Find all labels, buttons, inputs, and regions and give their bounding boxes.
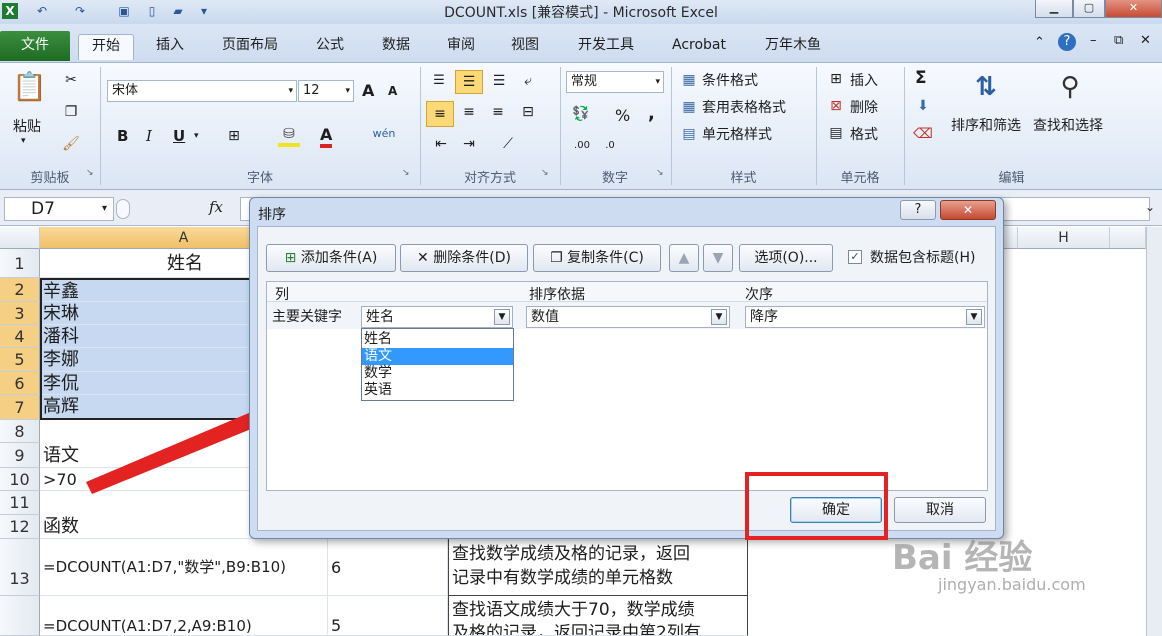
sort-key-option-selected[interactable]: 语文: [362, 348, 513, 365]
delete-condition-icon: ✕: [417, 250, 429, 266]
sort-basis-dropdown[interactable]: 数值 ▼: [526, 306, 730, 328]
dialog-title: 排序: [258, 207, 286, 223]
sort-order-dropdown-arrow-icon[interactable]: ▼: [966, 309, 982, 325]
add-condition-icon: ⊞: [284, 250, 297, 266]
sort-order-value: 降序: [750, 309, 778, 325]
options-button[interactable]: 选项(O)...: [739, 244, 833, 272]
sort-key-options-list: 姓名 语文 数学 英语: [361, 328, 514, 401]
column-header-label: 列: [275, 287, 289, 303]
basis-header-label: 排序依据: [529, 287, 585, 303]
sort-key-dropdown-arrow-icon[interactable]: ▼: [494, 309, 510, 325]
help-button[interactable]: ?: [900, 200, 936, 220]
order-header-label: 次序: [745, 287, 773, 303]
sort-key-option[interactable]: 数学: [362, 365, 513, 382]
sort-basis-value: 数值: [531, 309, 559, 325]
delete-condition-label: 删除条件(D): [433, 250, 511, 266]
header-checkbox[interactable]: ✓: [848, 250, 862, 264]
sort-key-dropdown[interactable]: 姓名 ▼: [361, 306, 513, 328]
sort-key-value: 姓名: [366, 309, 394, 325]
add-condition-label: 添加条件(A): [300, 250, 378, 266]
sort-table-header: [267, 282, 987, 302]
add-condition-button[interactable]: ⊞ 添加条件(A): [266, 244, 396, 272]
copy-condition-label: 复制条件(C): [567, 250, 644, 266]
copy-condition-icon: ❐: [550, 250, 563, 266]
move-up-button[interactable]: ▲: [669, 244, 699, 272]
move-down-button[interactable]: ▼: [703, 244, 733, 272]
watermark-url: jingyan.baidu.com: [938, 575, 1086, 594]
primary-key-label: 主要关键字: [272, 309, 342, 325]
close-dialog-button[interactable]: ✕: [940, 200, 996, 220]
header-checkbox-label[interactable]: 数据包含标题(H): [870, 247, 975, 267]
sort-dialog: 排序 ? ✕ ⊞ 添加条件(A) ✕ 删除条件(D) ❐ 复制条件(C) ▲ ▼…: [249, 197, 1004, 539]
watermark-logo: Bai 经验: [892, 538, 1033, 578]
copy-condition-button[interactable]: ❐ 复制条件(C): [533, 244, 661, 272]
move-down-icon: ▼: [712, 250, 724, 266]
sort-levels-table: 列 排序依据 次序 主要关键字 姓名 ▼ 数值 ▼ 降序 ▼ 姓名 语文 数学 英语: [266, 281, 988, 491]
sort-key-option[interactable]: 姓名: [362, 331, 513, 348]
annotation-highlight-box: [745, 472, 888, 540]
move-up-icon: ▲: [678, 250, 690, 266]
sort-key-option[interactable]: 英语: [362, 382, 513, 399]
sort-order-dropdown[interactable]: 降序 ▼: [745, 306, 985, 328]
delete-condition-button[interactable]: ✕ 删除条件(D): [400, 244, 528, 272]
cancel-button[interactable]: 取消: [894, 497, 986, 523]
sort-basis-dropdown-arrow-icon[interactable]: ▼: [711, 309, 727, 325]
